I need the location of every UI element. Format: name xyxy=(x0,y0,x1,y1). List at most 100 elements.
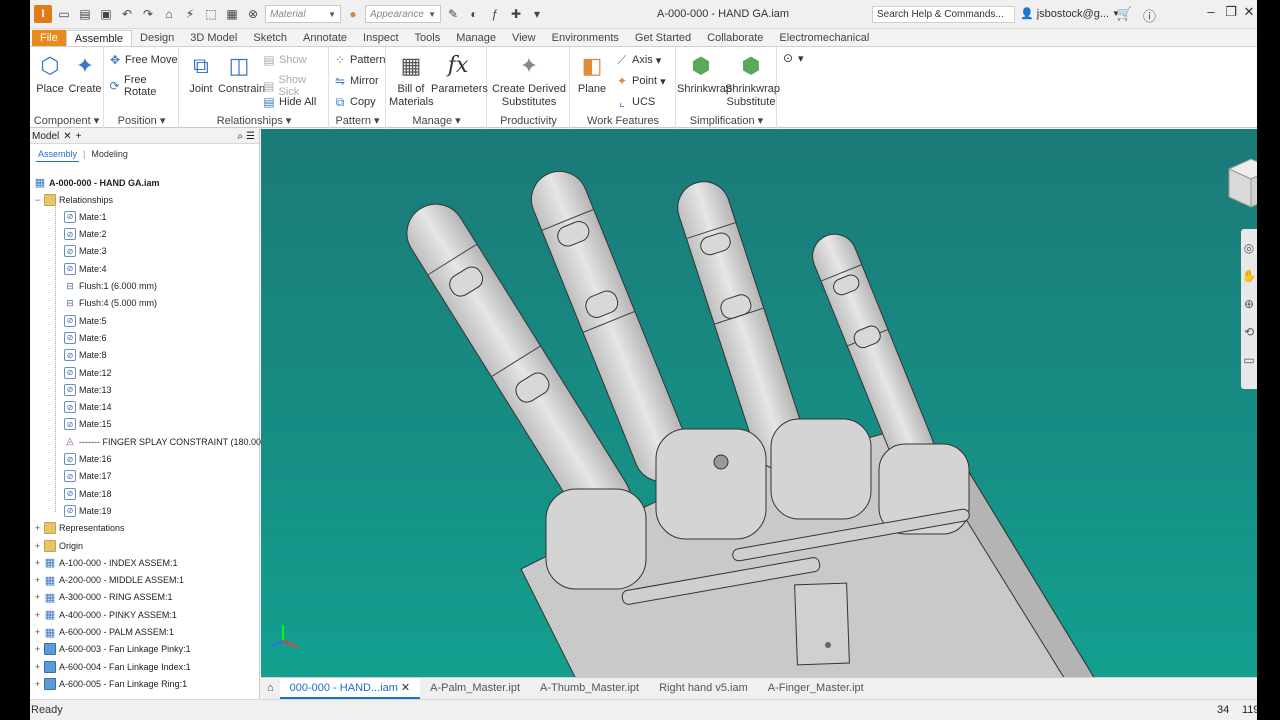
tree-relationship[interactable]: ⊘ Mate:15 xyxy=(53,416,112,433)
document-tab[interactable]: A-Palm_Master.ipt xyxy=(420,678,530,699)
bom-button[interactable]: ▦ Bill of Materials xyxy=(389,51,434,109)
expand-icon[interactable]: + xyxy=(33,662,42,672)
tree-component[interactable]: + A-600-004 - Fan Linkage Index:1 xyxy=(33,658,191,675)
appearance-ball-icon[interactable]: ● xyxy=(344,5,362,23)
ribbon-options-button[interactable]: ⊙ ▾ xyxy=(781,51,804,65)
tree-folder[interactable]: − Relationships xyxy=(33,191,113,208)
save-icon[interactable]: ▣ xyxy=(97,5,115,23)
tree-component[interactable]: + ▦ A-400-000 - PINKY ASSEM:1 xyxy=(33,606,177,623)
look-at-icon[interactable]: ▭ xyxy=(1243,353,1254,367)
tab-get-started[interactable]: Get Started xyxy=(627,30,699,46)
shrinkwrap-button[interactable]: ⬢ Shrinkwrap xyxy=(677,51,732,96)
tab-environments[interactable]: Environments xyxy=(544,30,627,46)
tree-relationship[interactable]: ⊘ Mate:19 xyxy=(53,502,112,519)
cart-icon[interactable]: 🛒 xyxy=(1116,6,1132,22)
expand-icon[interactable]: + xyxy=(33,644,42,654)
tree-relationship[interactable]: ⊘ Mate:6 xyxy=(53,329,107,346)
panel-title-simplification[interactable]: Simplification ▾ xyxy=(677,114,776,127)
expand-icon[interactable]: + xyxy=(33,679,42,689)
tree-relationship[interactable]: ⊘ Mate:16 xyxy=(53,451,112,468)
tree-relationship[interactable]: ⊘ Mate:3 xyxy=(53,243,107,260)
redo-icon[interactable]: ↷ xyxy=(139,5,157,23)
tree-relationship[interactable]: ⊘ Mate:18 xyxy=(53,485,112,502)
tree-relationship[interactable]: ⊘ Mate:4 xyxy=(53,260,107,277)
tree-relationship[interactable]: ⊘ Mate:12 xyxy=(53,364,112,381)
tab-assemble[interactable]: Assemble xyxy=(65,30,133,46)
tree-component[interactable]: + A-600-005 - Fan Linkage Ring:1 xyxy=(33,675,187,692)
undo-icon[interactable]: ↶ xyxy=(118,5,136,23)
expand-icon[interactable]: + xyxy=(33,627,42,637)
appearance-combo[interactable]: Appearance ▼ xyxy=(365,5,441,23)
pan-icon[interactable]: ✋ xyxy=(1242,269,1257,283)
copy-button[interactable]: ⧉ Copy xyxy=(333,95,376,109)
customize-icon[interactable]: ▾ xyxy=(528,5,546,23)
search-input[interactable]: Search Help & Commands... xyxy=(872,6,1015,23)
place-button[interactable]: ⬡ Place xyxy=(34,51,66,96)
panel-title-position[interactable]: Position ▾ xyxy=(105,114,178,127)
minimize-icon[interactable]: – xyxy=(1202,4,1220,19)
mirror-button[interactable]: ⇋ Mirror xyxy=(333,74,379,88)
inventor-logo-icon[interactable]: I xyxy=(34,5,52,23)
pattern-button[interactable]: ⁘ Pattern xyxy=(333,53,386,67)
steering-wheel-icon[interactable]: ◎ xyxy=(1244,241,1254,255)
tab-3d-model[interactable]: 3D Model xyxy=(182,30,245,46)
tree-relationship[interactable]: ⊘ Mate:17 xyxy=(53,468,112,485)
tree-relationship[interactable]: ⊟ Flush:1 (6.000 mm) xyxy=(53,278,157,295)
tab-manage[interactable]: Manage xyxy=(448,30,504,46)
document-tab[interactable]: Right hand v5.iam xyxy=(649,678,758,699)
close-icon[interactable]: ✕ xyxy=(398,682,410,694)
tree-relationship[interactable]: ⊘ Mate:2 xyxy=(53,226,107,243)
add-tab-icon[interactable]: + xyxy=(76,131,82,142)
tree-component[interactable]: + ▦ A-300-000 - RING ASSEM:1 xyxy=(33,589,173,606)
joint-button[interactable]: ⧉ Joint xyxy=(184,51,218,96)
print-icon[interactable]: ▦ xyxy=(223,5,241,23)
panel-title-manage[interactable]: Manage ▾ xyxy=(387,114,486,127)
maximize-icon[interactable]: ❐ xyxy=(1222,4,1240,20)
close-icon[interactable]: ✕ xyxy=(1240,4,1257,20)
tree-folder[interactable]: + Representations xyxy=(33,520,125,537)
orbit-icon[interactable]: ⟲ xyxy=(1244,325,1254,339)
document-tab[interactable]: A-Thumb_Master.ipt xyxy=(530,678,649,699)
tab-annotate[interactable]: Annotate xyxy=(295,30,355,46)
tree-relationship[interactable]: ⊘ Mate:13 xyxy=(53,381,112,398)
material-combo[interactable]: Material ▼ xyxy=(265,5,341,23)
home-icon[interactable]: ⌂ xyxy=(261,678,280,699)
tree-component[interactable]: + ▦ A-100-000 - INDEX ASSEM:1 xyxy=(33,554,178,571)
constrain-button[interactable]: ◫ Constrain xyxy=(218,51,265,96)
document-tab[interactable]: 000-000 - HAND...iam ✕ xyxy=(279,678,421,699)
browser-title[interactable]: Model xyxy=(32,131,59,142)
tree-relationship[interactable]: ⊘ Mate:8 xyxy=(53,347,107,364)
tab-collaborate[interactable]: Collaborate xyxy=(699,30,771,46)
document-tab[interactable]: A-Finger_Master.ipt xyxy=(758,678,874,699)
tree-root[interactable]: ▦ A-000-000 - HAND GA.iam xyxy=(32,174,160,191)
tree-relationship[interactable]: ◬ ------- FINGER SPLAY CONSTRAINT (180.00… xyxy=(53,433,281,450)
point-button[interactable]: ✦ Point ▾ xyxy=(615,74,666,88)
help-icon[interactable]: ⓘ xyxy=(1143,6,1156,25)
mode-assembly[interactable]: Assembly xyxy=(36,147,80,162)
free-move-button[interactable]: ✥ Free Move xyxy=(108,53,178,67)
expand-icon[interactable]: + xyxy=(33,575,42,585)
hide-all-button[interactable]: ▤ Hide All xyxy=(262,95,316,109)
tree-relationship[interactable]: ⊘ Mate:14 xyxy=(53,399,112,416)
tab-file[interactable]: File xyxy=(32,30,66,46)
tree-relationship[interactable]: ⊟ Flush:4 (5.000 mm) xyxy=(53,295,157,312)
tree-relationship[interactable]: ⊘ Mate:5 xyxy=(53,312,107,329)
panel-title-pattern[interactable]: Pattern ▾ xyxy=(330,114,385,127)
panel-title-component[interactable]: Component ▾ xyxy=(30,114,103,127)
tree-component[interactable]: + A-600-003 - Fan Linkage Pinky:1 xyxy=(33,641,191,658)
close-icon[interactable]: ✕ xyxy=(63,131,71,142)
tab-tools[interactable]: Tools xyxy=(407,30,449,46)
tree-folder[interactable]: + Origin xyxy=(33,537,83,554)
tab-electromechanical[interactable]: Electromechanical xyxy=(771,30,877,46)
tree-component[interactable]: + ▦ A-600-000 - PALM ASSEM:1 xyxy=(33,624,174,641)
search-icon[interactable]: ⌕ xyxy=(237,131,243,142)
shrinkwrap-substitute-button[interactable]: ⬢ Shrinkwrap Substitute xyxy=(725,51,780,109)
expand-icon[interactable]: + xyxy=(33,610,42,620)
expand-icon[interactable]: + xyxy=(33,558,42,568)
expand-icon[interactable]: + xyxy=(33,523,42,533)
create-button[interactable]: ✦ Create xyxy=(68,51,102,96)
plus-icon[interactable]: ✚ xyxy=(507,5,525,23)
create-derived-button[interactable]: ✦ Create Derived Substitutes xyxy=(490,51,568,109)
parameters-button[interactable]: fx Parameters xyxy=(431,51,488,96)
select-icon[interactable]: ⬚ xyxy=(202,5,220,23)
